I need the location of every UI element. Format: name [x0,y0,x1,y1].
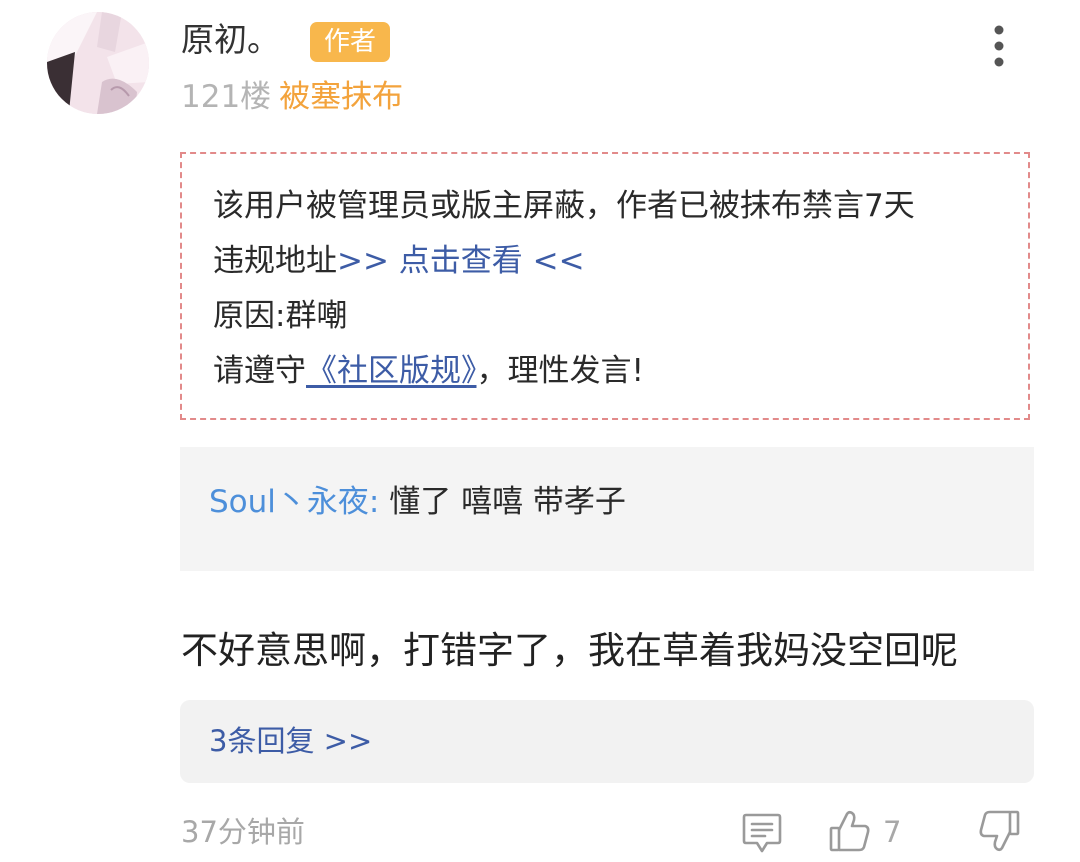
floor-info: 121楼 被塞抹布 [181,76,403,118]
community-rules-link[interactable]: 《社区版规》 [306,353,477,389]
status-tag: 被塞抹布 [279,79,404,115]
avatar[interactable] [47,12,149,114]
thumbs-up-icon [829,810,870,852]
quoted-text: 懂了 嘻嘻 带孝子 [389,484,626,520]
violation-address-label: 违规地址 [213,243,337,279]
author-badge: 作者 [310,22,390,62]
ban-notice-text: 该用户被管理员或版主屏蔽，作者已被抹布禁言7天 [213,188,915,224]
violation-address-line: 违规地址>> 点击查看 << [213,240,585,282]
post-time: 37分钟前 [181,815,305,849]
replies-box[interactable]: 3条回复 >> [180,700,1034,783]
like-count: 7 [883,815,902,849]
rules-reminder: 请遵守《社区版规》，理性发言! [213,350,644,392]
ban-reason: 原因:群嘲 [213,298,348,334]
rules-reminder-prefix: 请遵守 [213,353,306,389]
rules-reminder-suffix: ，理性发言! [476,353,644,389]
post-content: 不好意思啊，打错字了，我在草着我妈没空回呢 [181,629,958,672]
comment-icon [742,813,782,853]
more-options-button[interactable] [986,24,1012,68]
view-violation-link[interactable]: >> 点击查看 << [337,243,585,279]
username[interactable]: 原初。 [181,18,280,62]
quoted-username[interactable]: Soul丶永夜: [209,484,379,520]
like-button[interactable] [828,808,872,854]
quoted-reply[interactable]: Soul丶永夜: 懂了 嘻嘻 带孝子 [180,447,1034,571]
floor-number: 121楼 [181,79,272,115]
avatar-image [47,12,149,114]
ban-notice: 该用户被管理员或版主屏蔽，作者已被抹布禁言7天 违规地址>> 点击查看 << 原… [180,152,1030,420]
thumbs-down-icon [979,810,1020,852]
more-vertical-icon [994,25,1004,67]
dislike-button[interactable] [977,808,1021,854]
view-replies-link[interactable]: 3条回复 >> [209,721,372,761]
comment-button[interactable] [741,811,783,855]
quoted-reply-line: Soul丶永夜: 懂了 嘻嘻 带孝子 [209,481,626,523]
